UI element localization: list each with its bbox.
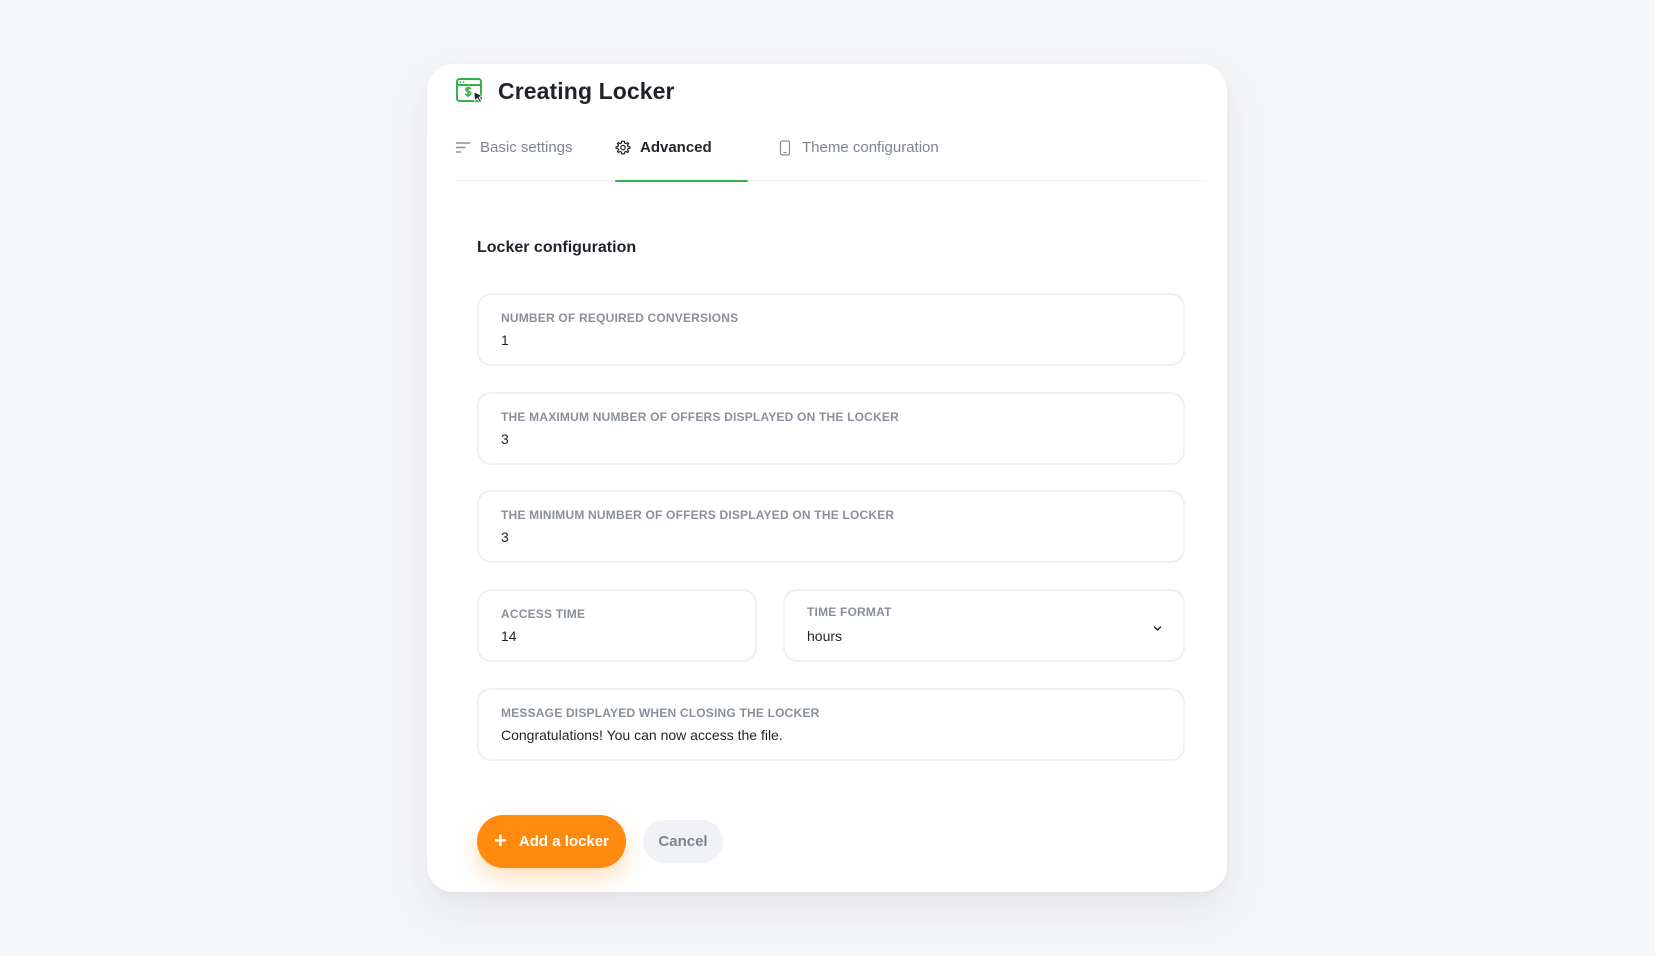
closing-message-value[interactable]: Congratulations! You can now access the … [501, 727, 1161, 743]
browser-dollar-cursor-icon [456, 78, 484, 103]
required-conversions-field[interactable]: NUMBER OF REQUIRED CONVERSIONS 1 [477, 293, 1185, 366]
time-format-value: hours [807, 628, 843, 644]
tab-basic-settings[interactable]: Basic settings [455, 136, 573, 181]
max-offers-value[interactable]: 3 [501, 431, 1161, 447]
tab-advanced-label: Advanced [640, 139, 712, 156]
time-format-select[interactable]: TIME FORMAT hours [783, 589, 1185, 662]
mobile-phone-icon [779, 140, 791, 156]
access-time-value[interactable]: 14 [501, 628, 733, 644]
tab-bar: Basic settings Advanced Theme configurat… [455, 136, 1207, 182]
add-locker-button[interactable]: + Add a locker [477, 815, 626, 868]
tab-advanced[interactable]: Advanced [615, 136, 748, 182]
tab-theme-configuration-label: Theme configuration [802, 139, 939, 156]
chevron-down-icon [1153, 626, 1162, 631]
required-conversions-value[interactable]: 1 [501, 332, 1161, 348]
max-offers-field[interactable]: THE MAXIMUM NUMBER OF OFFERS DISPLAYED O… [477, 392, 1185, 465]
gear-icon [615, 140, 631, 155]
time-format-label: TIME FORMAT [807, 605, 892, 619]
tab-theme-configuration[interactable]: Theme configuration [777, 136, 947, 181]
min-offers-field[interactable]: THE MINIMUM NUMBER OF OFFERS DISPLAYED O… [477, 490, 1185, 563]
creating-locker-card: Creating Locker Basic settings Advanced … [427, 64, 1227, 892]
page-title: Creating Locker [498, 77, 675, 104]
closing-message-label: MESSAGE DISPLAYED WHEN CLOSING THE LOCKE… [501, 706, 820, 720]
sort-lines-icon [455, 142, 471, 153]
add-locker-label: Add a locker [518, 833, 609, 850]
required-conversions-label: NUMBER OF REQUIRED CONVERSIONS [501, 311, 739, 325]
closing-message-field[interactable]: MESSAGE DISPLAYED WHEN CLOSING THE LOCKE… [477, 688, 1185, 761]
access-time-field[interactable]: ACCESS TIME 14 [477, 589, 757, 662]
cancel-button[interactable]: Cancel [643, 820, 723, 863]
min-offers-label: THE MINIMUM NUMBER OF OFFERS DISPLAYED O… [501, 508, 895, 522]
min-offers-value[interactable]: 3 [501, 529, 1161, 545]
tab-basic-settings-label: Basic settings [480, 139, 573, 156]
access-time-label: ACCESS TIME [501, 607, 586, 621]
max-offers-label: THE MAXIMUM NUMBER OF OFFERS DISPLAYED O… [501, 410, 899, 424]
plus-icon: + [494, 827, 507, 853]
section-title: Locker configuration [477, 239, 637, 256]
card-header: Creating Locker [455, 76, 675, 106]
